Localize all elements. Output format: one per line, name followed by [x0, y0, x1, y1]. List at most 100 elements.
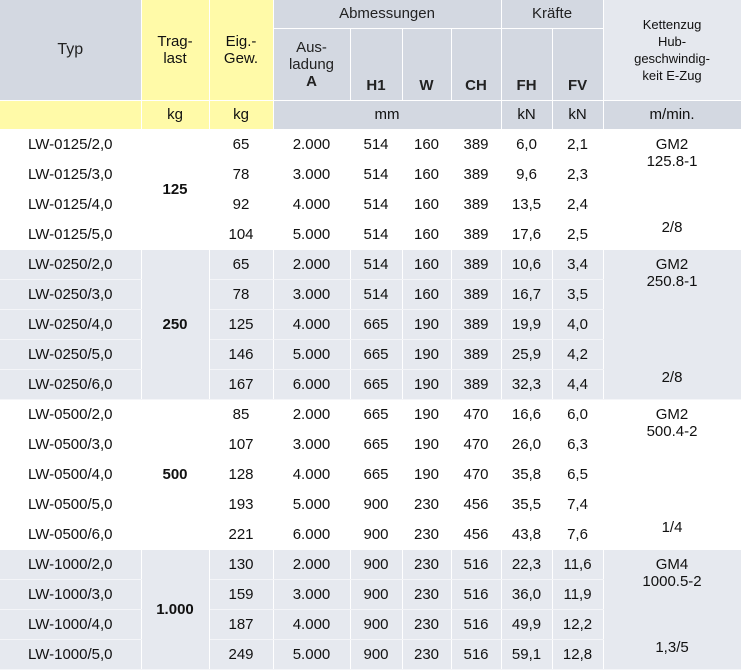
header-kettenzug: Kettenzug Hub- geschwindig- keit E-Zug [603, 0, 741, 101]
cell-fv: 6,5 [552, 459, 604, 490]
cell-w: 160 [402, 249, 452, 280]
motor-model: 1000.5-2 [642, 572, 702, 590]
cell-w: 190 [402, 339, 452, 370]
cell-ch: 389 [451, 279, 502, 310]
cell-fv: 6,3 [552, 429, 604, 460]
cell-ausladung: 4.000 [273, 609, 351, 640]
cell-typ: LW-1000/3,0 [0, 579, 142, 610]
hoist-speed: 1/4 [661, 518, 683, 536]
cell-ausladung: 3.000 [273, 579, 351, 610]
header-fv: FV [552, 28, 604, 101]
cell-h1: 900 [350, 579, 403, 610]
cell-eiggew: 187 [209, 609, 274, 640]
cell-motor-speed: GM2 500.4-2 1/4 [603, 399, 741, 550]
cell-typ: LW-0500/5,0 [0, 489, 142, 520]
cell-w: 190 [402, 309, 452, 340]
cell-h1: 900 [350, 639, 403, 670]
cell-eiggew: 249 [209, 639, 274, 670]
cell-w: 230 [402, 579, 452, 610]
cell-h1: 665 [350, 399, 403, 430]
cell-eiggew: 130 [209, 549, 274, 580]
hoist-speed: 2/8 [661, 218, 683, 236]
cell-ausladung: 3.000 [273, 279, 351, 310]
table-body: LW-0125/2,0 125 65 2.000 514 160 389 6,0 2,1 GM2 1… [0, 129, 741, 670]
header-w: W [402, 28, 452, 101]
cell-fh: 26,0 [501, 429, 553, 460]
cell-typ: LW-0500/3,0 [0, 429, 142, 460]
cell-ch: 389 [451, 369, 502, 400]
hoist-speed: 1,3/5 [655, 638, 689, 656]
cell-traglast: 250 [141, 249, 210, 400]
cell-ch: 470 [451, 429, 502, 460]
cell-typ: LW-0125/2,0 [0, 129, 142, 160]
cell-ch: 389 [451, 129, 502, 160]
table-row: LW-0500/2,0 500 85 2.000 665 190 470 16,6 6,0 GM2… [0, 399, 741, 550]
cell-h1: 514 [350, 279, 403, 310]
cell-h1: 514 [350, 129, 403, 160]
cell-w: 190 [402, 369, 452, 400]
cell-motor-speed: GM2 125.8-1 2/8 [603, 129, 741, 250]
cell-fv: 4,0 [552, 309, 604, 340]
motor-model: 125.8-1 [646, 152, 698, 170]
header-ausladung: Aus-ladung A [273, 28, 351, 101]
unit-fv: kN [552, 100, 604, 130]
cell-eiggew: 167 [209, 369, 274, 400]
cell-ch: 516 [451, 549, 502, 580]
cell-ausladung: 5.000 [273, 339, 351, 370]
header-eiggew: Eig.- Gew. [209, 0, 274, 101]
cell-fv: 3,4 [552, 249, 604, 280]
hoist-speed: 2/8 [661, 368, 683, 386]
cell-eiggew: 159 [209, 579, 274, 610]
cell-fv: 4,2 [552, 339, 604, 370]
cell-typ: LW-1000/2,0 [0, 549, 142, 580]
cell-fv: 11,6 [552, 549, 604, 580]
cell-ausladung: 5.000 [273, 219, 351, 250]
cell-h1: 900 [350, 549, 403, 580]
cell-eiggew: 146 [209, 339, 274, 370]
header-traglast: Trag-last [141, 0, 210, 101]
cell-h1: 514 [350, 219, 403, 250]
cell-fh: 17,6 [501, 219, 553, 250]
cell-w: 230 [402, 549, 452, 580]
cell-typ: LW-1000/5,0 [0, 639, 142, 670]
cell-ausladung: 2.000 [273, 129, 351, 160]
cell-w: 160 [402, 219, 452, 250]
cell-w: 230 [402, 489, 452, 520]
unit-traglast: kg [141, 100, 210, 130]
cell-traglast: 1.000 [141, 549, 210, 670]
cell-w: 190 [402, 459, 452, 490]
cell-ausladung: 3.000 [273, 429, 351, 460]
cell-ch: 470 [451, 399, 502, 430]
cell-fv: 11,9 [552, 579, 604, 610]
cell-fh: 19,9 [501, 309, 553, 340]
cell-h1: 900 [350, 519, 403, 550]
cell-ch: 389 [451, 249, 502, 280]
cell-fh: 36,0 [501, 579, 553, 610]
cell-fh: 16,6 [501, 399, 553, 430]
unit-eiggew: kg [209, 100, 274, 130]
cell-ausladung: 3.000 [273, 159, 351, 190]
cell-w: 190 [402, 429, 452, 460]
cell-traglast: 125 [141, 129, 210, 250]
cell-typ: LW-0250/3,0 [0, 279, 142, 310]
cell-fh: 49,9 [501, 609, 553, 640]
cell-h1: 514 [350, 189, 403, 220]
cell-ch: 456 [451, 489, 502, 520]
cell-fh: 32,3 [501, 369, 553, 400]
cell-h1: 665 [350, 429, 403, 460]
cell-fh: 10,6 [501, 249, 553, 280]
header-fh: FH [501, 28, 553, 101]
motor-type: GM4 [655, 555, 689, 573]
cell-typ: LW-0125/3,0 [0, 159, 142, 190]
unit-abmessungen: mm [273, 100, 502, 130]
cell-fh: 25,9 [501, 339, 553, 370]
cell-typ: LW-0125/4,0 [0, 189, 142, 220]
cell-fh: 59,1 [501, 639, 553, 670]
cell-ausladung: 4.000 [273, 309, 351, 340]
cell-fh: 43,8 [501, 519, 553, 550]
cell-w: 230 [402, 519, 452, 550]
cell-typ: LW-0250/2,0 [0, 249, 142, 280]
cell-eiggew: 85 [209, 399, 274, 430]
cell-fv: 7,6 [552, 519, 604, 550]
cell-eiggew: 107 [209, 429, 274, 460]
